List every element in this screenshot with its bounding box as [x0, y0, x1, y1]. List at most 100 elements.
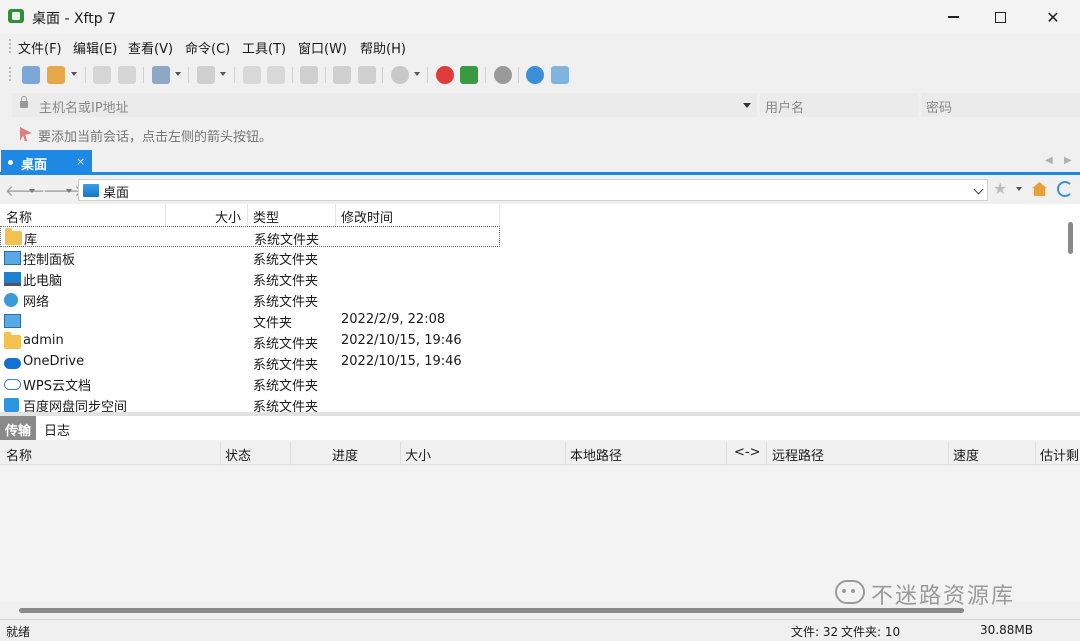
- path-input[interactable]: 桌面: [78, 179, 988, 201]
- file-row[interactable]: 文件夹 2022/2/9, 22:08: [0, 310, 500, 331]
- tab-transfer[interactable]: 传输: [0, 416, 37, 440]
- sync-dropdown-icon[interactable]: [175, 72, 181, 76]
- terminal-dropdown-icon[interactable]: [220, 72, 226, 76]
- record-dropdown-icon[interactable]: [414, 72, 420, 76]
- host-input[interactable]: 主机名或IP地址: [12, 93, 757, 117]
- status-file-count: 文件: 32: [791, 625, 839, 639]
- sync-icon[interactable]: [152, 66, 170, 84]
- file-row[interactable]: admin 系统文件夹 2022/10/15, 19:46: [0, 331, 500, 352]
- file-name: 控制面板: [23, 253, 76, 268]
- transfer-col-progress[interactable]: 进度: [332, 445, 358, 464]
- transfer-col-local-path[interactable]: 本地路径: [570, 445, 622, 464]
- new-session-icon[interactable]: [22, 66, 40, 84]
- paste-icon[interactable]: [267, 66, 285, 84]
- column-separator: [726, 442, 727, 465]
- file-list-scrollbar[interactable]: [1063, 204, 1080, 412]
- menu-command[interactable]: 命令(C): [185, 38, 230, 57]
- file-name: WPS云文档: [23, 379, 91, 394]
- hscrollbar-thumb[interactable]: [19, 608, 964, 613]
- session-status-icon: [8, 160, 13, 165]
- menu-edit[interactable]: 编辑(E): [73, 38, 117, 57]
- transfer-col-name[interactable]: 名称: [6, 445, 32, 464]
- toolbar-grip: [9, 67, 11, 83]
- password-placeholder: 密码: [926, 101, 953, 116]
- close-button[interactable]: ✕: [1030, 0, 1076, 34]
- copy-icon[interactable]: [243, 66, 261, 84]
- maximize-button[interactable]: [977, 0, 1023, 34]
- file-list: 名称 ^ 大小 类型 修改时间 库 系统文件夹 控制面板 系统文件夹 此电脑 系…: [0, 204, 1080, 412]
- back-arrow-icon[interactable]: 🡐: [5, 181, 45, 200]
- host-dropdown-icon[interactable]: [743, 103, 751, 108]
- file-row[interactable]: 此电脑 系统文件夹: [0, 268, 500, 289]
- session-close-icon[interactable]: ×: [76, 155, 85, 168]
- column-header-name[interactable]: 名称 ^: [0, 204, 166, 226]
- file-type: 系统文件夹: [253, 337, 319, 352]
- tab-prev-icon[interactable]: ◀: [1045, 155, 1053, 166]
- minimize-button[interactable]: [930, 0, 976, 34]
- file-name: 网络: [23, 295, 50, 310]
- open-dropdown-icon[interactable]: [71, 72, 77, 76]
- toolbar: [0, 60, 1080, 90]
- file-row[interactable]: 库 系统文件夹: [0, 226, 500, 248]
- feedback-icon[interactable]: [551, 66, 569, 84]
- scrollbar-thumb[interactable]: [1068, 222, 1073, 254]
- title-bar: 桌面 - Xftp 7 ✕: [0, 0, 1080, 34]
- username-input[interactable]: 用户名: [760, 93, 918, 117]
- back-dropdown-icon[interactable]: [29, 189, 35, 193]
- menu-file[interactable]: 文件(F): [18, 38, 62, 57]
- column-header-size[interactable]: 大小: [166, 204, 248, 226]
- favorite-dropdown-icon[interactable]: [1016, 187, 1022, 191]
- sort-ascending-icon: ^: [80, 204, 88, 211]
- transfer-col-eta[interactable]: 估计剩: [1040, 445, 1079, 464]
- refresh-icon[interactable]: [1057, 181, 1073, 197]
- transfer-col-size[interactable]: 大小: [405, 445, 431, 464]
- menu-tools[interactable]: 工具(T): [242, 38, 286, 57]
- open-session-icon[interactable]: [47, 66, 65, 84]
- column-header-modified[interactable]: 修改时间: [336, 204, 500, 226]
- tab-next-icon[interactable]: ▶: [1064, 155, 1072, 166]
- file-row[interactable]: 控制面板 系统文件夹: [0, 247, 500, 268]
- file-modified: 2022/10/15, 19:46: [341, 333, 462, 348]
- baidu-netdisk-icon: [4, 398, 19, 412]
- file-name: admin: [23, 333, 64, 348]
- transfer-col-status[interactable]: 状态: [225, 445, 251, 464]
- file-row[interactable]: 网络 系统文件夹: [0, 289, 500, 310]
- transfer-icon[interactable]: [300, 66, 318, 84]
- menu-window[interactable]: 窗口(W): [298, 38, 347, 57]
- password-input[interactable]: 密码: [921, 93, 1080, 117]
- username-placeholder: 用户名: [765, 101, 805, 116]
- home-icon[interactable]: [1032, 182, 1047, 196]
- record-icon[interactable]: [391, 66, 409, 84]
- transfer-col-direction[interactable]: <->: [734, 445, 760, 460]
- file-type: 系统文件夹: [253, 253, 319, 268]
- menu-help[interactable]: 帮助(H): [360, 38, 406, 57]
- path-text: 桌面: [103, 186, 130, 201]
- toolbar-separator: [485, 67, 486, 83]
- column-header-type[interactable]: 类型: [248, 204, 336, 226]
- path-dropdown-icon[interactable]: [973, 184, 984, 195]
- file-type: 系统文件夹: [253, 358, 319, 373]
- file-row[interactable]: 百度网盘同步空间 系统文件夹: [0, 394, 500, 412]
- queue-icon[interactable]: [333, 66, 351, 84]
- disconnect-icon[interactable]: [118, 66, 136, 84]
- menu-view[interactable]: 查看(V): [128, 38, 173, 57]
- transfer-col-speed[interactable]: 速度: [953, 445, 979, 464]
- file-row[interactable]: WPS云文档 系统文件夹: [0, 373, 500, 394]
- connect-icon[interactable]: [93, 66, 111, 84]
- settings-icon[interactable]: [494, 66, 512, 84]
- xshell-icon[interactable]: [436, 66, 454, 84]
- transfer-col-remote-path[interactable]: 远程路径: [772, 445, 824, 464]
- help-icon[interactable]: [526, 66, 544, 84]
- xftp-green-icon[interactable]: [460, 66, 478, 84]
- session-tab-desktop[interactable]: 桌面 ×: [1, 150, 92, 175]
- pointer-arrow-icon[interactable]: [20, 127, 32, 141]
- forward-dropdown-icon[interactable]: [66, 189, 72, 193]
- favorite-star-icon[interactable]: ★: [993, 179, 1007, 198]
- terminal-icon[interactable]: [197, 66, 215, 84]
- toolbar-separator: [518, 67, 519, 83]
- file-row[interactable]: OneDrive 系统文件夹 2022/10/15, 19:46: [0, 352, 500, 373]
- column-separator: [290, 442, 291, 465]
- tab-log[interactable]: 日志: [39, 416, 75, 440]
- close-icon: ✕: [1046, 7, 1060, 27]
- queue2-icon[interactable]: [358, 66, 376, 84]
